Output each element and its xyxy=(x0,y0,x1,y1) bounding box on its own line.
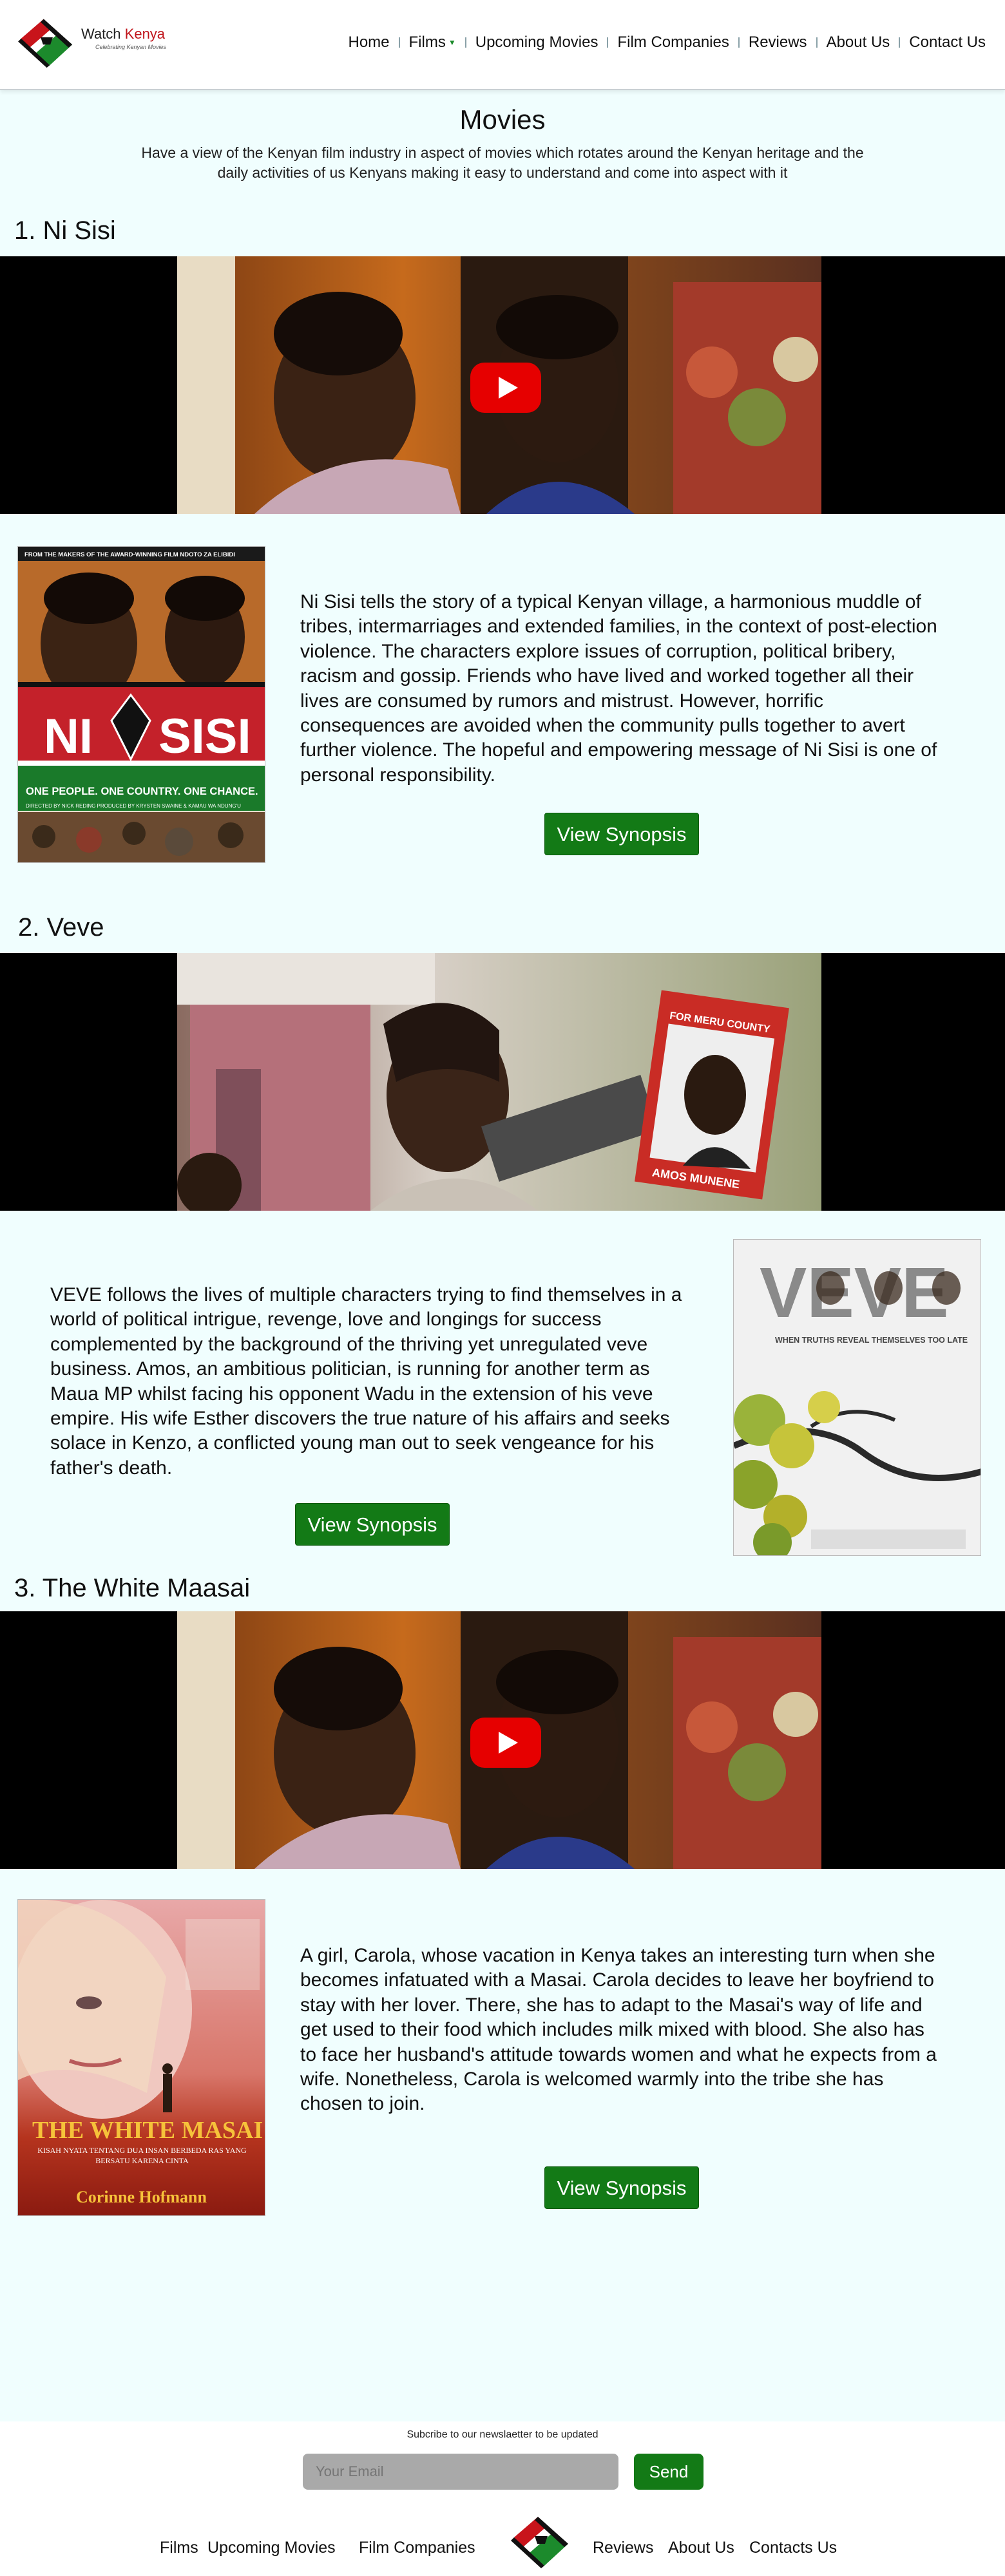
nav-divider xyxy=(816,37,818,48)
movie-heading: 1. Ni Sisi xyxy=(14,216,116,245)
video-thumbnail: FOR MERU COUNTY AMOS MUNENE xyxy=(177,953,821,1211)
movie-poster: FROM THE MAKERS OF THE AWARD-WINNING FIL… xyxy=(17,546,265,863)
nav-divider xyxy=(738,37,740,48)
main-nav: Home Films ▼ Upcoming Movies Film Compani… xyxy=(348,33,986,52)
movie-poster: VEVE WHEN TRUTHS REVEAL THEMSELVES TOO L… xyxy=(733,1239,981,1556)
brand-tagline: Celebrating Kenyan Movies xyxy=(95,44,167,50)
footer-link-films[interactable]: Films xyxy=(160,2539,198,2557)
nav-films[interactable]: Films ▼ xyxy=(409,33,456,52)
brand-title: Watch Kenya xyxy=(81,26,166,43)
movie-description: A girl, Carola, whose vacation in Kenya … xyxy=(300,1945,937,2115)
poster-title: THE WHITE MASAI xyxy=(32,2117,263,2144)
youtube-play-icon[interactable] xyxy=(470,1718,541,1768)
video-player[interactable]: FOR MERU COUNTY AMOS MUNENE xyxy=(0,953,1005,1211)
nav-about-us[interactable]: About Us xyxy=(827,33,890,52)
caret-down-icon: ▼ xyxy=(448,38,456,47)
nav-divider xyxy=(607,37,609,48)
movie-heading: 3. The White Maasai xyxy=(14,1574,251,1602)
footer-link-upcoming-movies[interactable]: Upcoming Movies xyxy=(207,2539,336,2557)
video-player[interactable] xyxy=(0,256,1005,514)
nav-upcoming-movies[interactable]: Upcoming Movies xyxy=(475,33,598,52)
youtube-play-icon[interactable] xyxy=(470,363,541,413)
movie-poster: THE WHITE MASAI KISAH NYATA TENTANG DUA … xyxy=(17,1899,265,2216)
movie-description: VEVE follows the lives of multiple chara… xyxy=(50,1284,682,1479)
nav-films-label: Films xyxy=(408,33,446,51)
site-header: Watch Kenya Celebrating Kenyan Movies Ho… xyxy=(0,0,1005,90)
poster-top-text: FROM THE MAKERS OF THE AWARD-WINNING FIL… xyxy=(24,551,235,558)
kenya-logo-icon[interactable] xyxy=(509,2512,573,2570)
footer-link-about-us[interactable]: About Us xyxy=(668,2539,734,2557)
footer-link-reviews[interactable]: Reviews xyxy=(593,2539,653,2557)
footer-link-contacts-us[interactable]: Contacts Us xyxy=(749,2539,837,2557)
brand-title-a: Watch xyxy=(81,26,125,42)
poster-author: Corinne Hofmann xyxy=(76,2188,207,2206)
poster-title-a: NI xyxy=(44,709,93,764)
newsletter-email-input[interactable] xyxy=(303,2454,618,2490)
poster-credit: DIRECTED BY NICK REDING PRODUCED BY KRYS… xyxy=(26,803,241,809)
footer-link-film-companies[interactable]: Film Companies xyxy=(359,2539,475,2557)
page-intro: Have a view of the Kenyan film industry … xyxy=(141,144,864,182)
view-synopsis-button[interactable]: View Synopsis xyxy=(544,813,699,855)
page-title: Movies xyxy=(459,104,546,135)
nav-reviews[interactable]: Reviews xyxy=(749,33,807,52)
site-footer: Subcribe to our newslaetter to be update… xyxy=(0,2421,1005,2576)
nav-contact-us[interactable]: Contact Us xyxy=(909,33,986,52)
nav-divider xyxy=(464,37,466,48)
poster-title: VEVE xyxy=(760,1253,948,1332)
poster-tagline: WHEN TRUTHS REVEAL THEMSELVES TOO LATE xyxy=(775,1336,968,1345)
movie-heading: 2. Veve xyxy=(18,913,104,942)
view-synopsis-button[interactable]: View Synopsis xyxy=(544,2166,699,2209)
brand-title-b: Kenya xyxy=(124,26,166,42)
nav-divider xyxy=(899,37,901,48)
view-synopsis-button[interactable]: View Synopsis xyxy=(295,1503,450,1546)
nav-home[interactable]: Home xyxy=(348,33,389,52)
newsletter-label: Subcribe to our newslaetter to be update… xyxy=(407,2429,598,2440)
nav-divider xyxy=(398,37,400,48)
brand[interactable]: Watch Kenya Celebrating Kenyan Movies xyxy=(81,26,166,50)
poster-tagline: ONE PEOPLE. ONE COUNTRY. ONE CHANCE. xyxy=(26,786,258,797)
poster-title-b: SISI xyxy=(158,709,251,764)
nav-film-companies[interactable]: Film Companies xyxy=(617,33,729,52)
video-player[interactable] xyxy=(0,1611,1005,1869)
kenya-logo-icon[interactable] xyxy=(16,14,77,69)
movie-description: Ni Sisi tells the story of a typical Ken… xyxy=(300,591,937,786)
poster-subtitle: KISAH NYATA TENTANG DUA INSAN BERBEDA RA… xyxy=(37,2146,247,2165)
newsletter-send-button[interactable]: Send xyxy=(634,2454,704,2490)
